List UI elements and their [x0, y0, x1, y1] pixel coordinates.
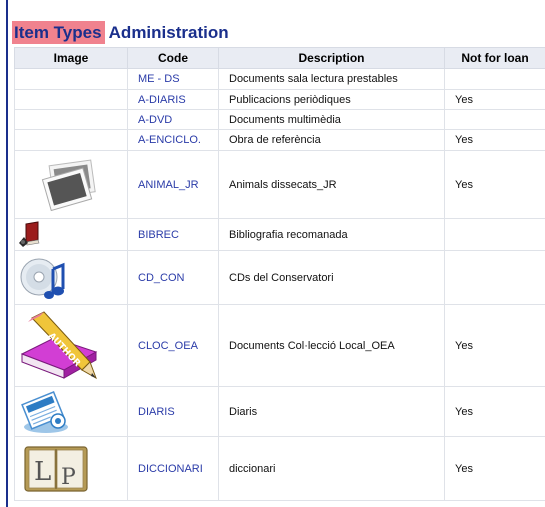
- table-row: A-ENCICLO. Obra de referència Yes: [14, 129, 545, 151]
- svg-text:L: L: [34, 457, 51, 487]
- code-link[interactable]: ANIMAL_JR: [127, 150, 219, 219]
- description-cell: Animals dissecats_JR: [218, 150, 445, 219]
- dictionary-lp-icon: L P: [24, 445, 88, 492]
- description-cell: diccionari: [218, 436, 445, 501]
- description-cell: Documents multimèdia: [218, 109, 445, 130]
- code-link[interactable]: A-ENCICLO.: [127, 129, 219, 151]
- image-cell: [14, 129, 128, 151]
- column-header-description[interactable]: Description: [218, 47, 445, 69]
- not-for-loan-cell: Yes: [444, 304, 545, 387]
- table-row: L P DICCIONARI diccionari Yes: [14, 436, 545, 501]
- image-cell: [14, 89, 128, 110]
- code-link[interactable]: A-DIARIS: [127, 89, 219, 110]
- code-link[interactable]: CD_CON: [127, 250, 219, 305]
- table-header-row: Image Code Description Not for loan: [14, 47, 545, 69]
- item-types-table: Image Code Description Not for loan ME -…: [14, 47, 545, 501]
- image-cell: [14, 218, 128, 251]
- column-header-not-for-loan[interactable]: Not for loan: [444, 47, 545, 69]
- description-cell: Documents sala lectura prestables: [218, 68, 445, 90]
- table-row: DIARIS Diaris Yes: [14, 386, 545, 437]
- table-row: BIBREC Bibliografia recomanada: [14, 218, 545, 251]
- description-cell: CDs del Conservatori: [218, 250, 445, 305]
- red-book-icon: [19, 220, 40, 247]
- code-link[interactable]: DICCIONARI: [127, 436, 219, 501]
- description-cell: Diaris: [218, 386, 445, 437]
- not-for-loan-cell: Yes: [444, 436, 545, 501]
- description-cell: Publicacions periòdiques: [218, 89, 445, 110]
- table-row: CD_CON CDs del Conservatori: [14, 250, 545, 305]
- table-row: ME - DS Documents sala lectura prestable…: [14, 68, 545, 90]
- table-row: ANIMAL_JR Animals dissecats_JR Yes: [14, 150, 545, 219]
- column-header-code[interactable]: Code: [127, 47, 219, 69]
- author-pencil-book-icon: AUTHOR: [20, 310, 98, 379]
- image-cell: [14, 68, 128, 90]
- not-for-loan-cell: Yes: [444, 89, 545, 110]
- column-header-image[interactable]: Image: [14, 47, 128, 69]
- code-link[interactable]: DIARIS: [127, 386, 219, 437]
- cd-music-note-icon: [20, 258, 65, 299]
- table-row: A-DVD Documents multimèdia: [14, 109, 545, 130]
- description-cell: Documents Col·lecció Local_OEA: [218, 304, 445, 387]
- newspaper-icon: [21, 390, 68, 433]
- not-for-loan-cell: [444, 218, 545, 251]
- code-link[interactable]: ME - DS: [127, 68, 219, 90]
- image-cell: AUTHOR: [14, 304, 128, 387]
- code-link[interactable]: BIBREC: [127, 218, 219, 251]
- not-for-loan-cell: Yes: [444, 129, 545, 151]
- table-row: A-DIARIS Publicacions periòdiques Yes: [14, 89, 545, 110]
- not-for-loan-cell: [444, 250, 545, 305]
- not-for-loan-cell: Yes: [444, 386, 545, 437]
- image-cell: L P: [14, 436, 128, 501]
- description-cell: Bibliografia recomanada: [218, 218, 445, 251]
- table-row: AUTHOR CLOC_OEA Documents Col·lecció Loc…: [14, 304, 545, 387]
- description-cell: Obra de referència: [218, 129, 445, 151]
- code-link[interactable]: CLOC_OEA: [127, 304, 219, 387]
- image-cell: [14, 150, 128, 219]
- page-title: Item Types Administration: [12, 20, 229, 46]
- svg-text:P: P: [61, 465, 76, 490]
- image-cell: [14, 109, 128, 130]
- image-cell: [14, 250, 128, 305]
- not-for-loan-cell: [444, 68, 545, 90]
- page-title-highlight: Item Types: [12, 21, 105, 44]
- not-for-loan-cell: [444, 109, 545, 130]
- image-cell: [14, 386, 128, 437]
- code-link[interactable]: A-DVD: [127, 109, 219, 130]
- page-title-rest: Administration: [108, 23, 229, 42]
- photo-frames-icon: [41, 158, 96, 211]
- not-for-loan-cell: Yes: [444, 150, 545, 219]
